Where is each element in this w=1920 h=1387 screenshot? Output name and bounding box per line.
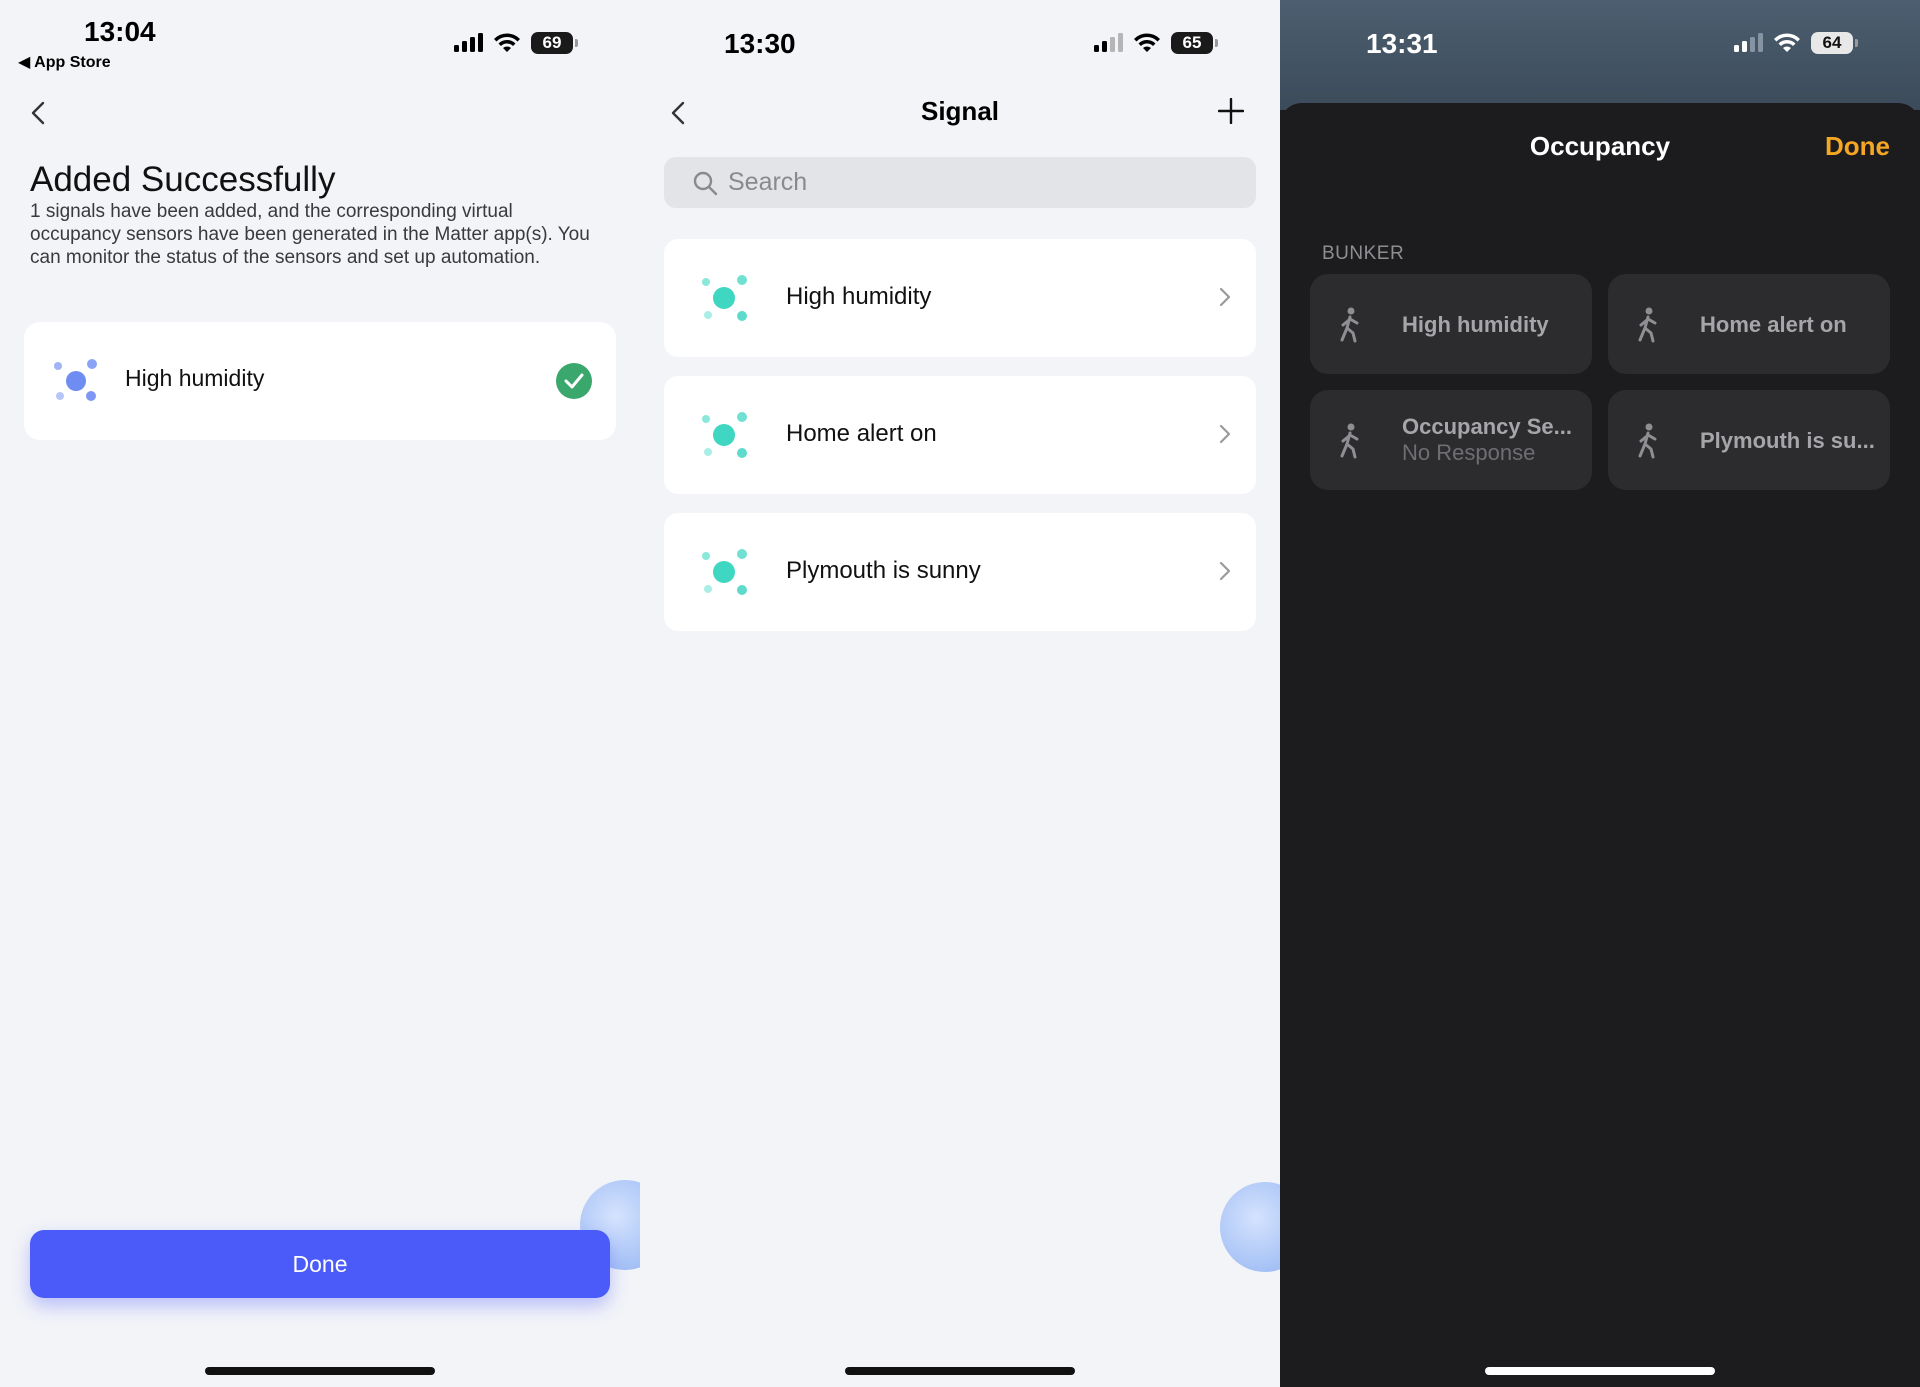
- tile-name: Plymouth is su...: [1700, 428, 1875, 453]
- nav-title: Signal: [920, 96, 999, 126]
- accessory-tile-high-humidity[interactable]: High humidity: [1310, 274, 1592, 374]
- signal-dots-icon: [702, 549, 747, 595]
- signal-dots-icon: [702, 412, 747, 458]
- battery-icon: 65: [1171, 32, 1218, 54]
- occupancy-sheet: Occupancy Done BUNKER High humidity Home…: [1280, 103, 1920, 1387]
- battery-icon: 69: [531, 32, 578, 54]
- accessory-tile-home-alert-on[interactable]: Home alert on: [1608, 274, 1890, 374]
- signal-dots-icon: [54, 359, 97, 401]
- signal-item-plymouth-is-sunny[interactable]: Plymouth is sunny: [664, 513, 1256, 631]
- status-icons: 65: [1094, 32, 1218, 54]
- accessory-tile-occupancy-sensor[interactable]: Occupancy Se... No Response: [1310, 390, 1592, 490]
- signal-item-label: Home alert on: [786, 420, 937, 447]
- tile-name: High humidity: [1402, 312, 1549, 337]
- walking-person-icon: [1638, 423, 1657, 459]
- cellular-signal-icon: [1734, 33, 1763, 52]
- tile-status: No Response: [1402, 440, 1536, 465]
- home-indicator: [845, 1367, 1075, 1375]
- room-section-label: BUNKER: [1322, 243, 1405, 264]
- wifi-icon: [1774, 33, 1800, 52]
- search-placeholder: Search: [728, 168, 808, 196]
- occupancy-sheet-screen: 13:31 64 Occupancy Done BUNKER High humi…: [1280, 0, 1920, 1387]
- status-icons: 64: [1734, 32, 1858, 54]
- home-indicator: [1485, 1367, 1715, 1375]
- added-successfully-screen: 13:04 ◀ App Store 69 Added Successfully …: [0, 0, 640, 1387]
- signal-item-high-humidity[interactable]: High humidity: [664, 239, 1256, 357]
- status-icons: 69: [454, 32, 578, 54]
- status-time: 13:30: [724, 28, 796, 59]
- page-title: Added Successfully: [30, 160, 336, 199]
- battery-icon: 64: [1811, 32, 1858, 54]
- signal-list-screen: 13:30 65 Signal Search High humidity Hom…: [640, 0, 1280, 1387]
- signal-item-label: High humidity: [786, 283, 932, 310]
- page-description: 1 signals have been added, and the corre…: [30, 201, 590, 268]
- done-button[interactable]: Done: [1825, 131, 1890, 162]
- floating-assistant-bubble[interactable]: [1220, 1182, 1280, 1272]
- check-circle-icon: [556, 363, 592, 399]
- home-indicator: [205, 1367, 435, 1375]
- back-chevron-icon[interactable]: [26, 100, 52, 126]
- done-button[interactable]: Done: [30, 1230, 610, 1298]
- added-signal-card: High humidity: [24, 322, 616, 440]
- accessory-tile-plymouth-is-sunny[interactable]: Plymouth is su...: [1608, 390, 1890, 490]
- cellular-signal-icon: [454, 33, 483, 52]
- walking-person-icon: [1638, 307, 1657, 343]
- walking-person-icon: [1340, 423, 1359, 459]
- cellular-signal-icon: [1094, 33, 1123, 52]
- wifi-icon: [494, 33, 520, 52]
- signal-dots-icon: [702, 275, 747, 321]
- signal-item-label: Plymouth is sunny: [786, 557, 981, 584]
- sheet-title: Occupancy: [1529, 131, 1671, 161]
- status-time: 13:04: [84, 16, 156, 47]
- add-plus-icon[interactable]: [1218, 98, 1244, 124]
- status-time: 13:31: [1366, 28, 1438, 59]
- signal-label: High humidity: [125, 365, 265, 391]
- signal-item-home-alert-on[interactable]: Home alert on: [664, 376, 1256, 494]
- search-input[interactable]: Search: [664, 157, 1256, 208]
- chevron-right-icon: [1219, 561, 1231, 581]
- tile-name: Home alert on: [1700, 312, 1847, 337]
- search-icon: [693, 171, 718, 196]
- back-to-app-store-link[interactable]: ◀ App Store: [18, 52, 111, 72]
- walking-person-icon: [1340, 307, 1359, 343]
- tile-name: Occupancy Se...: [1402, 414, 1572, 439]
- chevron-right-icon: [1219, 424, 1231, 444]
- wifi-icon: [1134, 33, 1160, 52]
- chevron-right-icon: [1219, 287, 1231, 307]
